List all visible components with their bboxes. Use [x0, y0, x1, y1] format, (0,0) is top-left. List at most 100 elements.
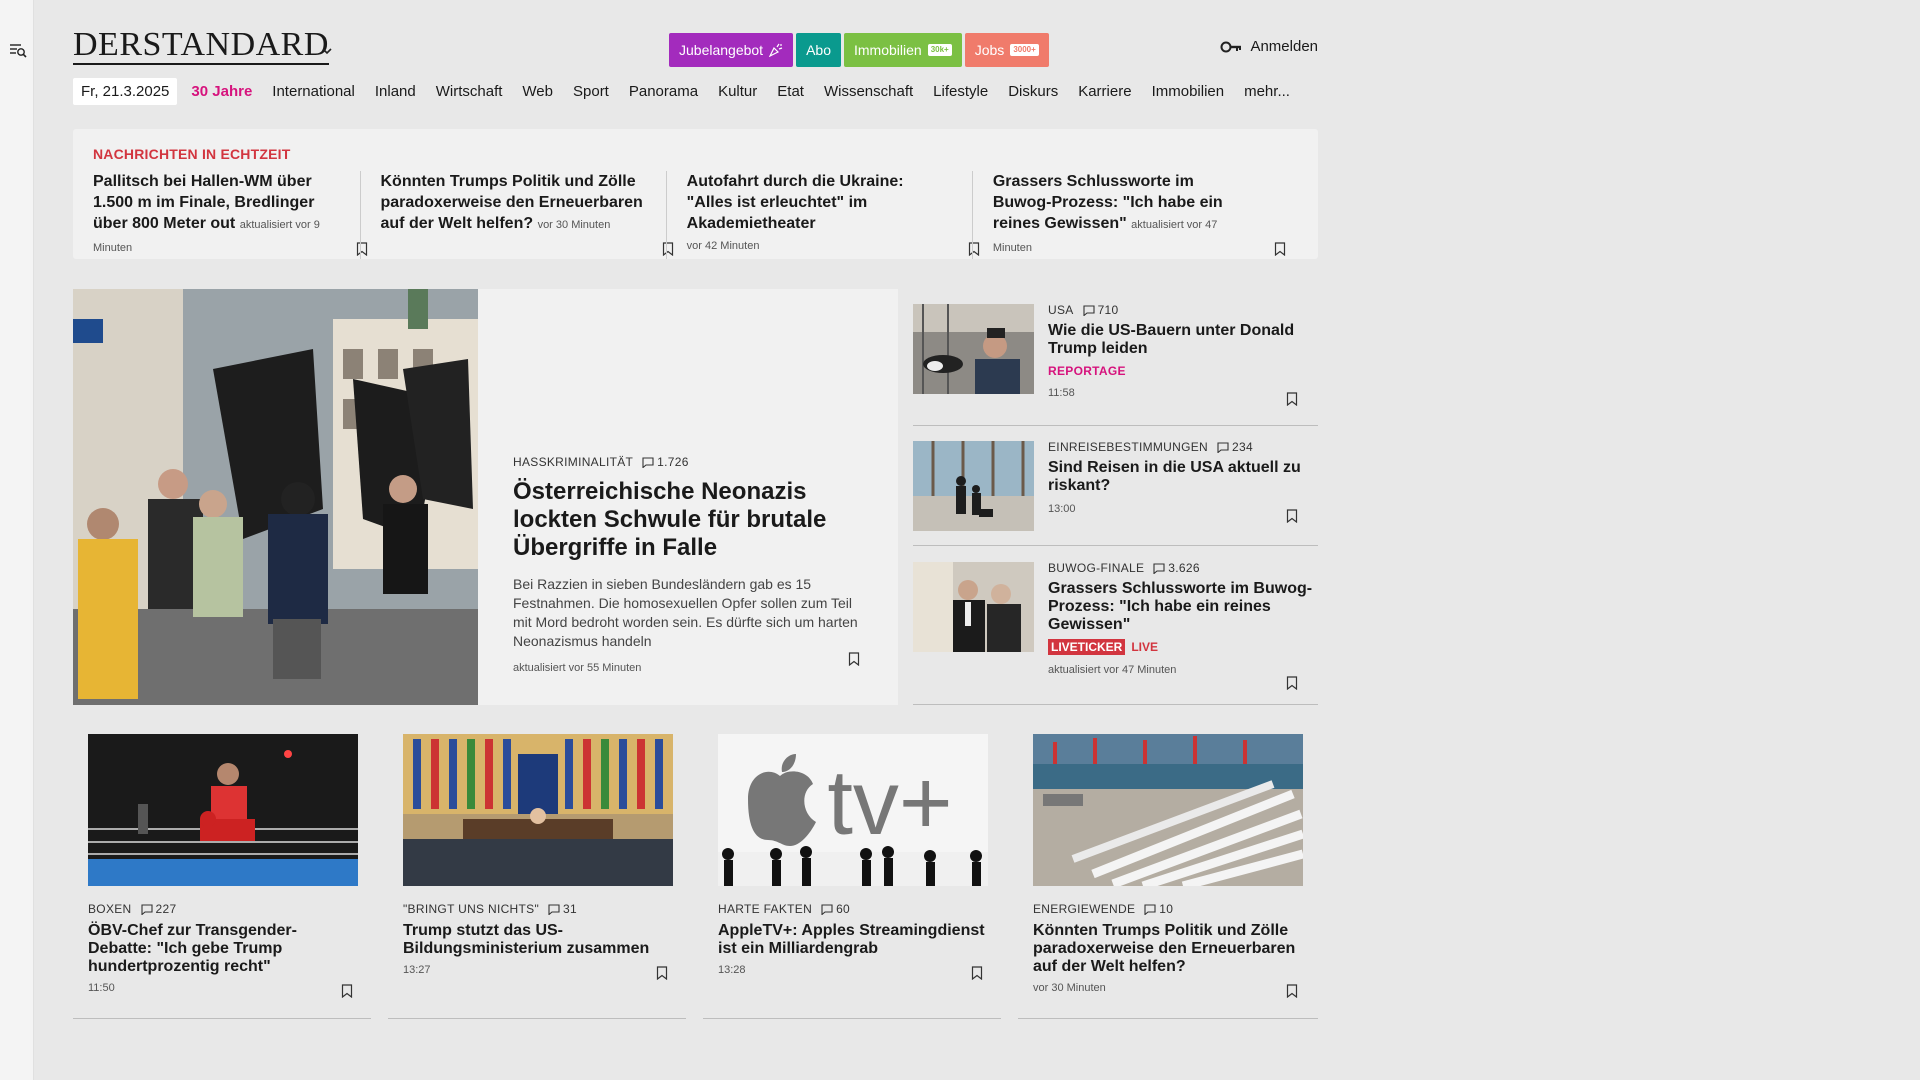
promo-label: Abo	[806, 42, 831, 58]
nav-item-sport[interactable]: Sport	[573, 83, 609, 100]
story-card-image[interactable]: tv+	[718, 734, 988, 886]
kicker-label: "BRINGT UNS NICHTS"	[403, 902, 540, 916]
promo-badge: 3000+	[1010, 44, 1039, 56]
comment-count-value: 60	[836, 902, 851, 916]
story-card-image[interactable]	[1033, 734, 1303, 886]
key-icon	[1220, 41, 1242, 52]
page-wrapper: DERSTANDARD Jubelangebot Abo Immobilien …	[73, 0, 1318, 1019]
bookmark-icon[interactable]	[848, 652, 860, 666]
bookmark-icon[interactable]	[656, 966, 668, 980]
story-kicker: "BRINGT UNS NICHTS" 31	[403, 902, 673, 916]
promo-label: Jobs	[974, 42, 1005, 58]
comment-count[interactable]: 1.726	[642, 455, 689, 469]
nav-item-wissenschaft[interactable]: Wissenschaft	[824, 83, 913, 100]
story-card-title[interactable]: ÖBV-Chef zur Transgender-Debatte: "Ich g…	[88, 922, 358, 976]
kicker-label: USA	[1048, 303, 1074, 317]
story-card-image[interactable]	[88, 734, 358, 886]
ticker-item[interactable]: Autofahrt durch die Ukraine: "Alles ist …	[665, 171, 992, 259]
nav-item-karriere[interactable]: Karriere	[1078, 83, 1131, 100]
story-card-text: "BRINGT UNS NICHTS" 31 Trump stutzt das …	[403, 902, 673, 976]
side-story-image[interactable]	[913, 304, 1034, 394]
side-story-title[interactable]: Wie die US-Bauern unter Donald Trump lei…	[1048, 322, 1318, 358]
lead-story-title[interactable]: Österreichische Neonazis lockten Schwule…	[513, 478, 863, 562]
comment-count[interactable]: 234	[1217, 440, 1253, 454]
story-time: 13:27	[403, 964, 431, 976]
nav-item-web[interactable]: Web	[522, 83, 553, 100]
promo-immobilien[interactable]: Immobilien 30k+	[844, 33, 962, 67]
nav-item-etat[interactable]: Etat	[777, 83, 804, 100]
ticker-item[interactable]: Könnten Trumps Politik und Zölle paradox…	[359, 171, 686, 259]
story-card-title[interactable]: AppleTV+: Apples Streamingdienst ist ein…	[718, 922, 988, 958]
side-story-text: USA 710 Wie die US-Bauern unter Donald T…	[1048, 303, 1318, 399]
bookmark-icon[interactable]	[1286, 509, 1298, 523]
bookmark-icon[interactable]	[1286, 392, 1298, 406]
story-time: aktualisiert vor 47 Minuten	[1048, 664, 1177, 676]
comment-count-value: 31	[563, 902, 577, 916]
story-kicker: BOXEN 227	[88, 902, 358, 916]
bookmark-icon[interactable]	[971, 966, 983, 980]
side-story[interactable]: BUWOG-FINALE 3.626 Grassers Schlussworte…	[913, 546, 1318, 705]
nav-item-diskurs[interactable]: Diskurs	[1008, 83, 1058, 100]
comment-count[interactable]: 3.626	[1153, 561, 1200, 575]
live-label: LIVE	[1131, 640, 1159, 654]
nav-item-wirtschaft[interactable]: Wirtschaft	[436, 83, 503, 100]
appletv-logo-text: tv+	[827, 752, 952, 854]
story-kicker: EINREISEBESTIMMUNGEN 234	[1048, 440, 1318, 454]
lead-story[interactable]: HASSKRIMINALITÄT 1.726 Österreichische N…	[73, 289, 898, 705]
nav-item-immobilien[interactable]: Immobilien	[1152, 83, 1225, 100]
side-story-image[interactable]	[913, 441, 1034, 531]
bookmark-icon[interactable]	[1274, 242, 1286, 256]
comment-icon	[548, 903, 560, 915]
comment-icon	[1153, 562, 1165, 574]
kicker-label: HARTE FAKTEN	[718, 902, 813, 916]
chevron-down-icon[interactable]	[320, 44, 334, 58]
ticker-item[interactable]: Grassers Schlussworte im Buwog-Prozess: …	[971, 171, 1298, 259]
nav-item-inland[interactable]: Inland	[375, 83, 416, 100]
nav-item-kultur[interactable]: Kultur	[718, 83, 757, 100]
side-story[interactable]: EINREISEBESTIMMUNGEN 234 Sind Reisen in …	[913, 426, 1318, 546]
bookmark-icon[interactable]	[1286, 984, 1298, 998]
comment-count[interactable]: 710	[1083, 303, 1119, 317]
nav-item-more[interactable]: mehr...	[1244, 83, 1290, 100]
story-card[interactable]: "BRINGT UNS NICHTS" 31 Trump stutzt das …	[388, 734, 686, 1019]
login-button[interactable]: Anmelden	[1220, 38, 1318, 55]
side-story[interactable]: USA 710 Wie die US-Bauern unter Donald T…	[913, 289, 1318, 426]
promo-abo[interactable]: Abo	[796, 33, 841, 67]
nav-item-panorama[interactable]: Panorama	[629, 83, 698, 100]
bookmark-icon[interactable]	[341, 984, 353, 998]
comment-count[interactable]: 60	[821, 902, 850, 916]
story-card-title[interactable]: Trump stutzt das US-Bildungsministerium …	[403, 922, 673, 958]
story-time: 11:50	[88, 982, 115, 994]
menu-search-icon[interactable]	[9, 43, 27, 59]
comment-count[interactable]: 10	[1144, 902, 1173, 916]
kicker-label: BOXEN	[88, 902, 132, 916]
story-card[interactable]: tv+ HARTE FAKTEN 60 AppleTV+: Apples Str…	[703, 734, 1001, 1019]
promo-jobs[interactable]: Jobs 3000+	[964, 33, 1049, 67]
bookmark-icon[interactable]	[1286, 676, 1298, 690]
kicker-label: ENERGIEWENDE	[1033, 902, 1136, 916]
comment-count[interactable]: 227	[140, 902, 177, 916]
story-card[interactable]: ENERGIEWENDE 10 Könnten Trumps Politik u…	[1018, 734, 1318, 1019]
ticker-item-time: vor 30 Minuten	[537, 219, 611, 231]
story-time: 11:58	[1048, 387, 1075, 399]
side-story-image[interactable]	[913, 562, 1034, 652]
side-story-title[interactable]: Sind Reisen in die USA aktuell zu riskan…	[1048, 459, 1318, 495]
promo-badge: 30k+	[927, 44, 952, 56]
promo-jubelangebot[interactable]: Jubelangebot	[669, 33, 794, 67]
ticker-heading: NACHRICHTEN IN ECHTZEIT	[93, 146, 291, 162]
nav-item-international[interactable]: International	[272, 83, 355, 100]
side-story-title[interactable]: Grassers Schlussworte im Buwog-Prozess: …	[1048, 580, 1318, 634]
nav-item-lifestyle[interactable]: Lifestyle	[933, 83, 988, 100]
comment-icon	[1144, 903, 1156, 915]
story-card[interactable]: BOXEN 227 ÖBV-Chef zur Transgender-Debat…	[73, 734, 371, 1019]
lead-story-image[interactable]	[73, 289, 478, 705]
comment-count[interactable]: 31	[548, 902, 577, 916]
story-card-title[interactable]: Könnten Trumps Politik und Zölle paradox…	[1033, 922, 1303, 976]
comment-icon	[1217, 441, 1229, 453]
nav-item-30-jahre[interactable]: 30 Jahre	[191, 83, 252, 100]
story-card-image[interactable]	[403, 734, 673, 886]
comment-count-value: 3.626	[1168, 561, 1200, 575]
side-story-text: BUWOG-FINALE 3.626 Grassers Schlussworte…	[1048, 561, 1318, 676]
site-logo[interactable]: DERSTANDARD	[73, 28, 329, 65]
ticker-item[interactable]: Pallitsch bei Hallen-WM über 1.500 m im …	[93, 171, 380, 259]
